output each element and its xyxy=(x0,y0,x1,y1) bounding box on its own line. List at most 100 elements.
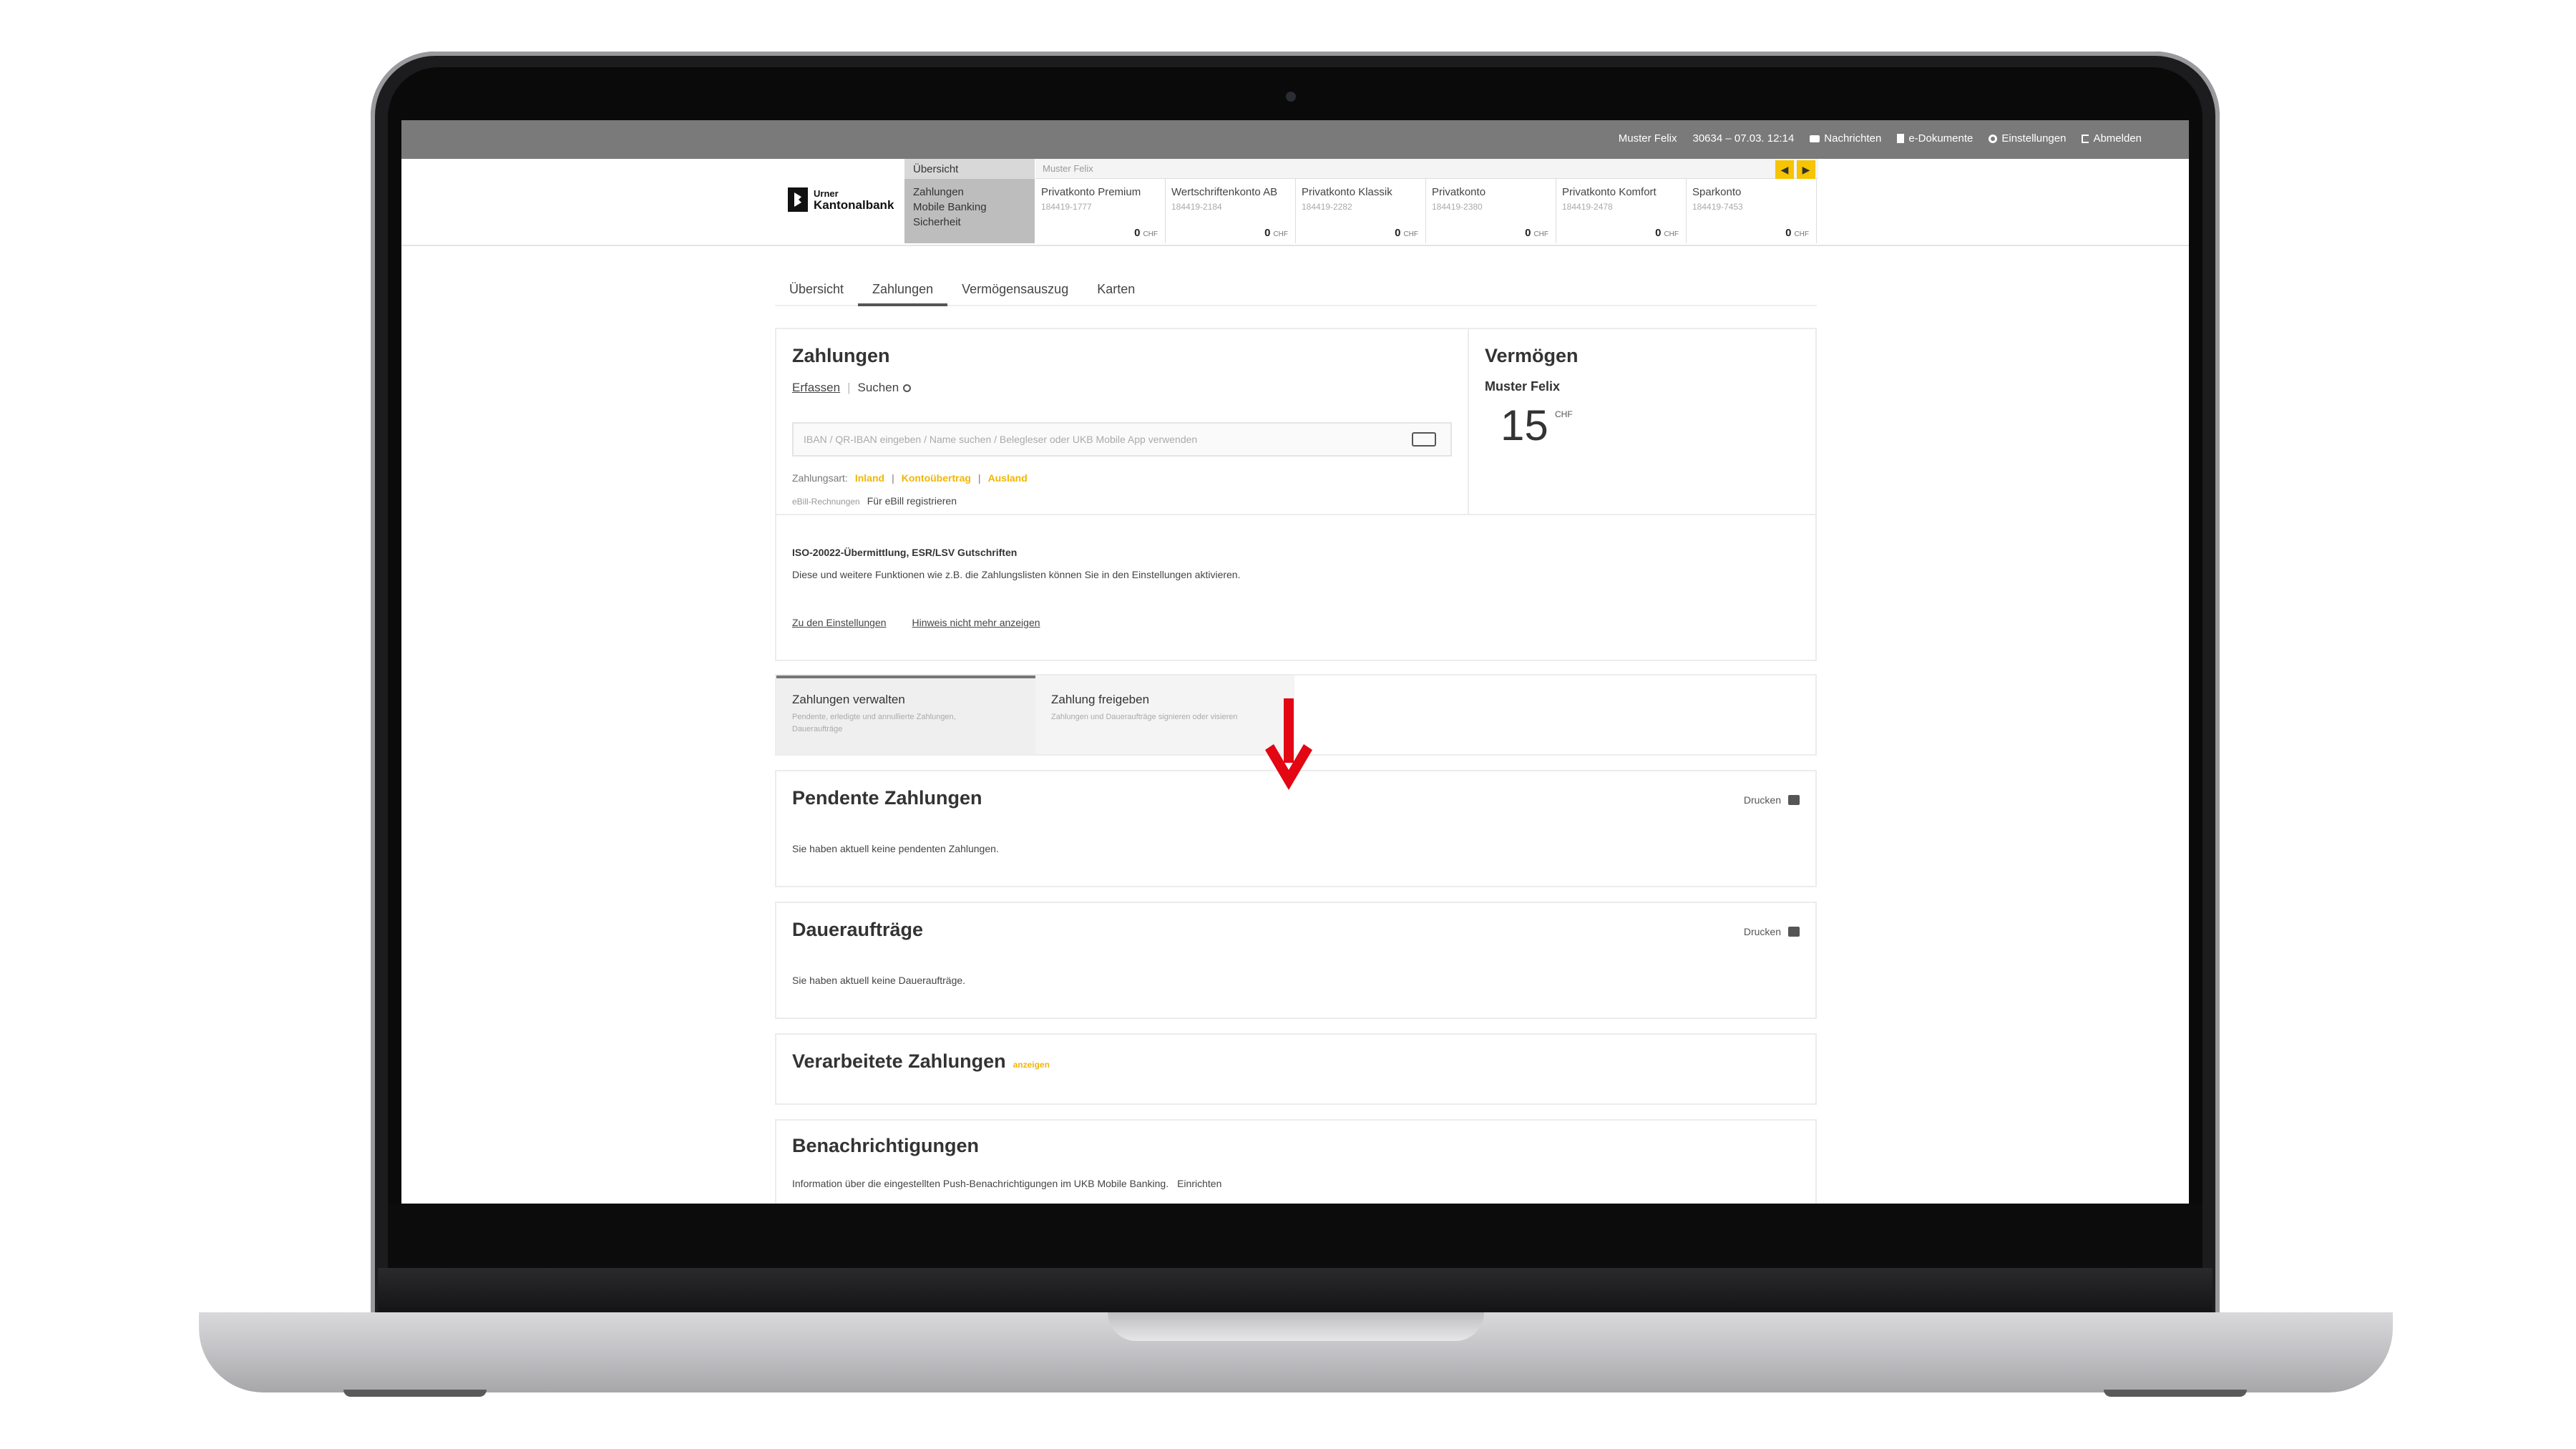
balance-value: 0 xyxy=(1395,227,1401,239)
wealth-amount: 15 xyxy=(1501,401,1548,449)
bank-logo-icon xyxy=(788,187,808,212)
account-number: 184419-2282 xyxy=(1302,202,1352,212)
processed-payments-card: Verarbeitete Zahlungen anzeigen xyxy=(775,1033,1817,1105)
payments-card: Zahlungen Erfassen | Suchen IBAN / QR-IB… xyxy=(775,328,1817,661)
account-name: Privatkonto Komfort xyxy=(1562,186,1657,198)
logout-link[interactable]: Abmelden xyxy=(2082,132,2142,145)
account-balance: 0 CHF xyxy=(1525,227,1548,239)
payment-type-abroad[interactable]: Ausland xyxy=(988,472,1028,484)
separator: | xyxy=(847,381,851,394)
account-tile[interactable]: Sparkonto 184419-7453 0 CHF xyxy=(1687,179,1817,243)
print-label: Drucken xyxy=(1743,926,1781,937)
divider xyxy=(1468,329,1469,514)
balance-value: 0 xyxy=(1525,227,1531,239)
tab-payments[interactable]: Zahlungen xyxy=(858,273,948,306)
search-link[interactable]: Suchen xyxy=(858,381,899,395)
gear-icon xyxy=(1989,134,1998,143)
payment-type-label: Zahlungsart: xyxy=(792,472,848,484)
notice-settings-link[interactable]: Zu den Einstellungen xyxy=(792,617,887,628)
nav-item-payments[interactable]: Zahlungen xyxy=(904,185,1035,200)
payment-type-inland[interactable]: Inland xyxy=(855,472,884,484)
account-tile[interactable]: Privatkonto Premium 184419-1777 0 CHF xyxy=(1035,179,1166,243)
messages-label: Nachrichten xyxy=(1824,132,1882,145)
pending-print-button[interactable]: Drucken xyxy=(1744,794,1800,806)
account-name: Privatkonto xyxy=(1432,186,1486,198)
payments-title: Zahlungen xyxy=(792,345,890,366)
nav-item-security[interactable]: Sicherheit xyxy=(904,215,1035,230)
chevron-left-icon[interactable]: ◀ xyxy=(1775,160,1794,179)
documents-label: e-Dokumente xyxy=(1908,132,1974,145)
top-bar: Muster Felix 30634 – 07.03. 12:14 Nachri… xyxy=(401,120,2189,159)
settings-link[interactable]: Einstellungen xyxy=(1989,132,2066,145)
accounts-row: Privatkonto Premium 184419-1777 0 CHF Werts… xyxy=(1035,179,1818,243)
processed-title: Verarbeitete Zahlungen xyxy=(792,1050,1006,1072)
balance-currency: CHF xyxy=(1794,230,1809,238)
tab-asset-statement[interactable]: Vermögensauszug xyxy=(947,273,1083,305)
wealth-owner: Muster Felix xyxy=(1485,379,1561,394)
scanner-icon[interactable] xyxy=(1412,432,1436,447)
ebill-register-link[interactable]: Für eBill registrieren xyxy=(867,495,957,507)
balance-value: 0 xyxy=(1785,227,1792,239)
logout-icon xyxy=(2082,134,2089,143)
nav-item-overview[interactable]: Übersicht xyxy=(904,159,1035,179)
camera-icon xyxy=(1286,92,1296,102)
capture-link[interactable]: Erfassen xyxy=(792,381,840,395)
main-nav-menu: Übersicht Zahlungen Mobile Banking Siche… xyxy=(904,159,1035,243)
nav-item-mobile-banking[interactable]: Mobile Banking xyxy=(904,200,1035,215)
notifications-row: Information über die eingestellten Push-… xyxy=(792,1178,1221,1189)
header: Urner Kantonalbank Übersicht Zahlungen M… xyxy=(401,159,2189,246)
camera-notch xyxy=(1182,67,1397,114)
pending-empty-text: Sie haben aktuell keine pendenten Zahlun… xyxy=(792,843,999,854)
ebill-label: eBill-Rechnungen xyxy=(792,497,860,507)
account-tile[interactable]: Wertschriftenkonto AB 184419-2184 0 CHF xyxy=(1166,179,1296,243)
standing-empty-text: Sie haben aktuell keine Daueraufträge. xyxy=(792,975,966,986)
user-name: Muster Felix xyxy=(1618,132,1677,145)
notice-hide-link[interactable]: Hinweis nicht mehr anzeigen xyxy=(912,617,1040,628)
subtab-manage-payments[interactable]: Zahlungen verwalten Pendente, erledigte … xyxy=(776,675,1035,754)
notifications-setup-link[interactable]: Einrichten xyxy=(1177,1178,1221,1189)
balance-value: 0 xyxy=(1134,227,1141,239)
payment-search-input[interactable]: IBAN / QR-IBAN eingeben / Name suchen / … xyxy=(792,422,1452,457)
account-balance: 0 CHF xyxy=(1655,227,1679,239)
subtab-release-payment[interactable]: Zahlung freigeben Zahlungen und Dauerauf… xyxy=(1035,675,1294,754)
account-name: Sparkonto xyxy=(1692,186,1742,198)
wealth-title: Vermögen xyxy=(1485,345,1579,366)
balance-value: 0 xyxy=(1264,227,1271,239)
settings-label: Einstellungen xyxy=(2001,132,2067,145)
account-number: 184419-7453 xyxy=(1692,202,1743,212)
account-number: 184419-2380 xyxy=(1432,202,1483,212)
payment-type-transfer[interactable]: Kontoübertrag xyxy=(902,472,971,484)
subtab-title: Zahlungen verwalten xyxy=(792,693,905,706)
standing-print-button[interactable]: Drucken xyxy=(1744,926,1800,937)
session-info: 30634 – 07.03. 12:14 xyxy=(1692,132,1795,145)
account-number: 184419-1777 xyxy=(1041,202,1092,212)
bank-logo[interactable]: Urner Kantonalbank xyxy=(788,187,894,212)
account-name: Wertschriftenkonto AB xyxy=(1171,186,1278,198)
laptop-foot-right xyxy=(2104,1390,2247,1397)
laptop-foot-left xyxy=(343,1390,487,1397)
notifications-card: Benachrichtigungen Information über die … xyxy=(775,1119,1817,1204)
processed-show-link[interactable]: anzeigen xyxy=(1013,1060,1050,1070)
notice-text: Diese und weitere Funktionen wie z.B. di… xyxy=(792,569,1241,580)
account-tile[interactable]: Privatkonto Klassik 184419-2282 0 CHF xyxy=(1296,179,1426,243)
divider xyxy=(776,514,1815,515)
separator: | xyxy=(977,472,981,484)
documents-link[interactable]: e-Dokumente xyxy=(1897,132,1973,145)
payment-search-placeholder: IBAN / QR-IBAN eingeben / Name suchen / … xyxy=(804,434,1198,445)
pending-title: Pendente Zahlungen xyxy=(792,787,982,809)
balance-currency: CHF xyxy=(1403,230,1418,238)
chevron-right-icon[interactable]: ▶ xyxy=(1797,160,1815,179)
payments-actions: Erfassen | Suchen xyxy=(792,381,912,395)
laptop-hinge xyxy=(378,1268,2212,1312)
account-number: 184419-2478 xyxy=(1562,202,1613,212)
print-label: Drucken xyxy=(1743,794,1781,806)
account-tile[interactable]: Privatkonto 184419-2380 0 CHF xyxy=(1426,179,1556,243)
tab-overview[interactable]: Übersicht xyxy=(775,273,858,305)
messages-link[interactable]: Nachrichten xyxy=(1810,132,1881,145)
notice-links: Zu den Einstellungen Hinweis nicht mehr … xyxy=(792,617,1040,628)
tab-cards[interactable]: Karten xyxy=(1083,273,1149,305)
accounts-header: Muster Felix ◀ ▶ xyxy=(1035,159,1818,179)
bank-logo-text: Urner Kantonalbank xyxy=(814,188,894,211)
notifications-text: Information über die eingestellten Push-… xyxy=(792,1178,1169,1189)
account-tile[interactable]: Privatkonto Komfort 184419-2478 0 CHF xyxy=(1556,179,1687,243)
